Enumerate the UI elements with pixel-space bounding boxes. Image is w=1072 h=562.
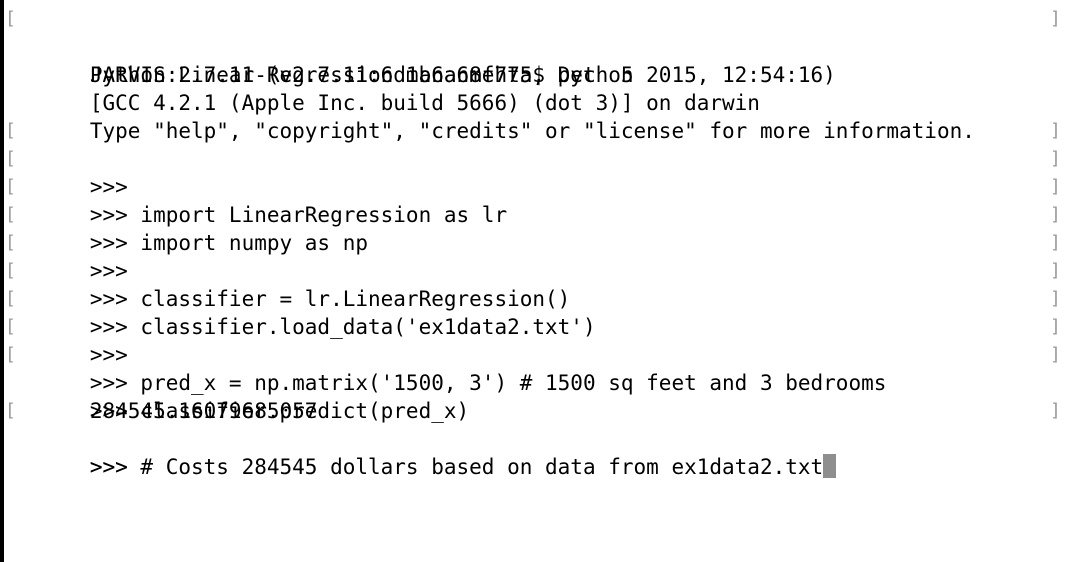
line-bracket-left: [: [5, 8, 16, 29]
line-bracket-left: [: [5, 232, 16, 253]
line-bracket-left: [: [5, 400, 16, 421]
line-bracket-left: [: [5, 344, 16, 365]
line-bracket-right: ]: [1050, 204, 1061, 225]
terminal-line: [ >>> classifier = lr.LinearRegression()…: [5, 229, 1072, 311]
current-input-text[interactable]: >>> # Costs 284545 dollars based on data…: [90, 455, 823, 479]
terminal-input-line[interactable]: >>> # Costs 284545 dollars based on data…: [14, 425, 1072, 479]
line-bracket-right: ]: [1050, 8, 1061, 29]
line-bracket-right: ]: [1050, 260, 1061, 281]
terminal-line: 284545.16079685057: [14, 369, 1072, 423]
terminal-line: [ >>> import LinearRegression as lr ]: [5, 145, 1072, 227]
line-bracket-right: ]: [1050, 148, 1061, 169]
line-bracket-right: ]: [1050, 176, 1061, 197]
terminal-line: [ >>> ]: [5, 117, 1072, 199]
line-bracket-right: ]: [1050, 232, 1061, 253]
terminal-line: [ >>> classifier.predict(pred_x) ]: [5, 341, 1072, 423]
line-bracket-left: [: [5, 260, 16, 281]
line-bracket-left: [: [5, 204, 16, 225]
line-bracket-left: [: [5, 148, 16, 169]
text-cursor: [823, 454, 837, 478]
terminal-output: [ JARVIS:Linear-Regression mananmehta$ p…: [5, 5, 1072, 479]
line-bracket-right: ]: [1050, 344, 1061, 365]
line-bracket-left: [: [5, 120, 16, 141]
line-bracket-left: [: [5, 288, 16, 309]
terminal-line: [ >>> ]: [5, 397, 1072, 479]
line-bracket-left: [: [5, 316, 16, 337]
terminal-line: Python 2.7.11 (v2.7.11:6d1b6a68f775, Dec…: [14, 33, 1072, 87]
line-bracket-left: [: [5, 176, 16, 197]
terminal-line: [GCC 4.2.1 (Apple Inc. build 5666) (dot …: [14, 61, 1072, 115]
window-left-edge: [0, 0, 4, 562]
line-bracket-right: ]: [1050, 120, 1061, 141]
terminal-line: [ >>> classifier.load_data('ex1data2.txt…: [5, 257, 1072, 339]
terminal-window[interactable]: [ JARVIS:Linear-Regression mananmehta$ p…: [0, 0, 1072, 562]
terminal-line: [ JARVIS:Linear-Regression mananmehta$ p…: [5, 5, 1072, 87]
line-bracket-right: ]: [1050, 316, 1061, 337]
terminal-line: [ >>> import numpy as np ]: [5, 173, 1072, 255]
terminal-line: Type "help", "copyright", "credits" or "…: [14, 89, 1072, 143]
terminal-line: [ >>> ]: [5, 201, 1072, 283]
line-bracket-right: ]: [1050, 400, 1061, 421]
line-bracket-right: ]: [1050, 288, 1061, 309]
terminal-line: [ >>> pred_x = np.matrix('1500, 3') # 15…: [5, 313, 1072, 395]
terminal-line: [ >>> ]: [5, 285, 1072, 367]
